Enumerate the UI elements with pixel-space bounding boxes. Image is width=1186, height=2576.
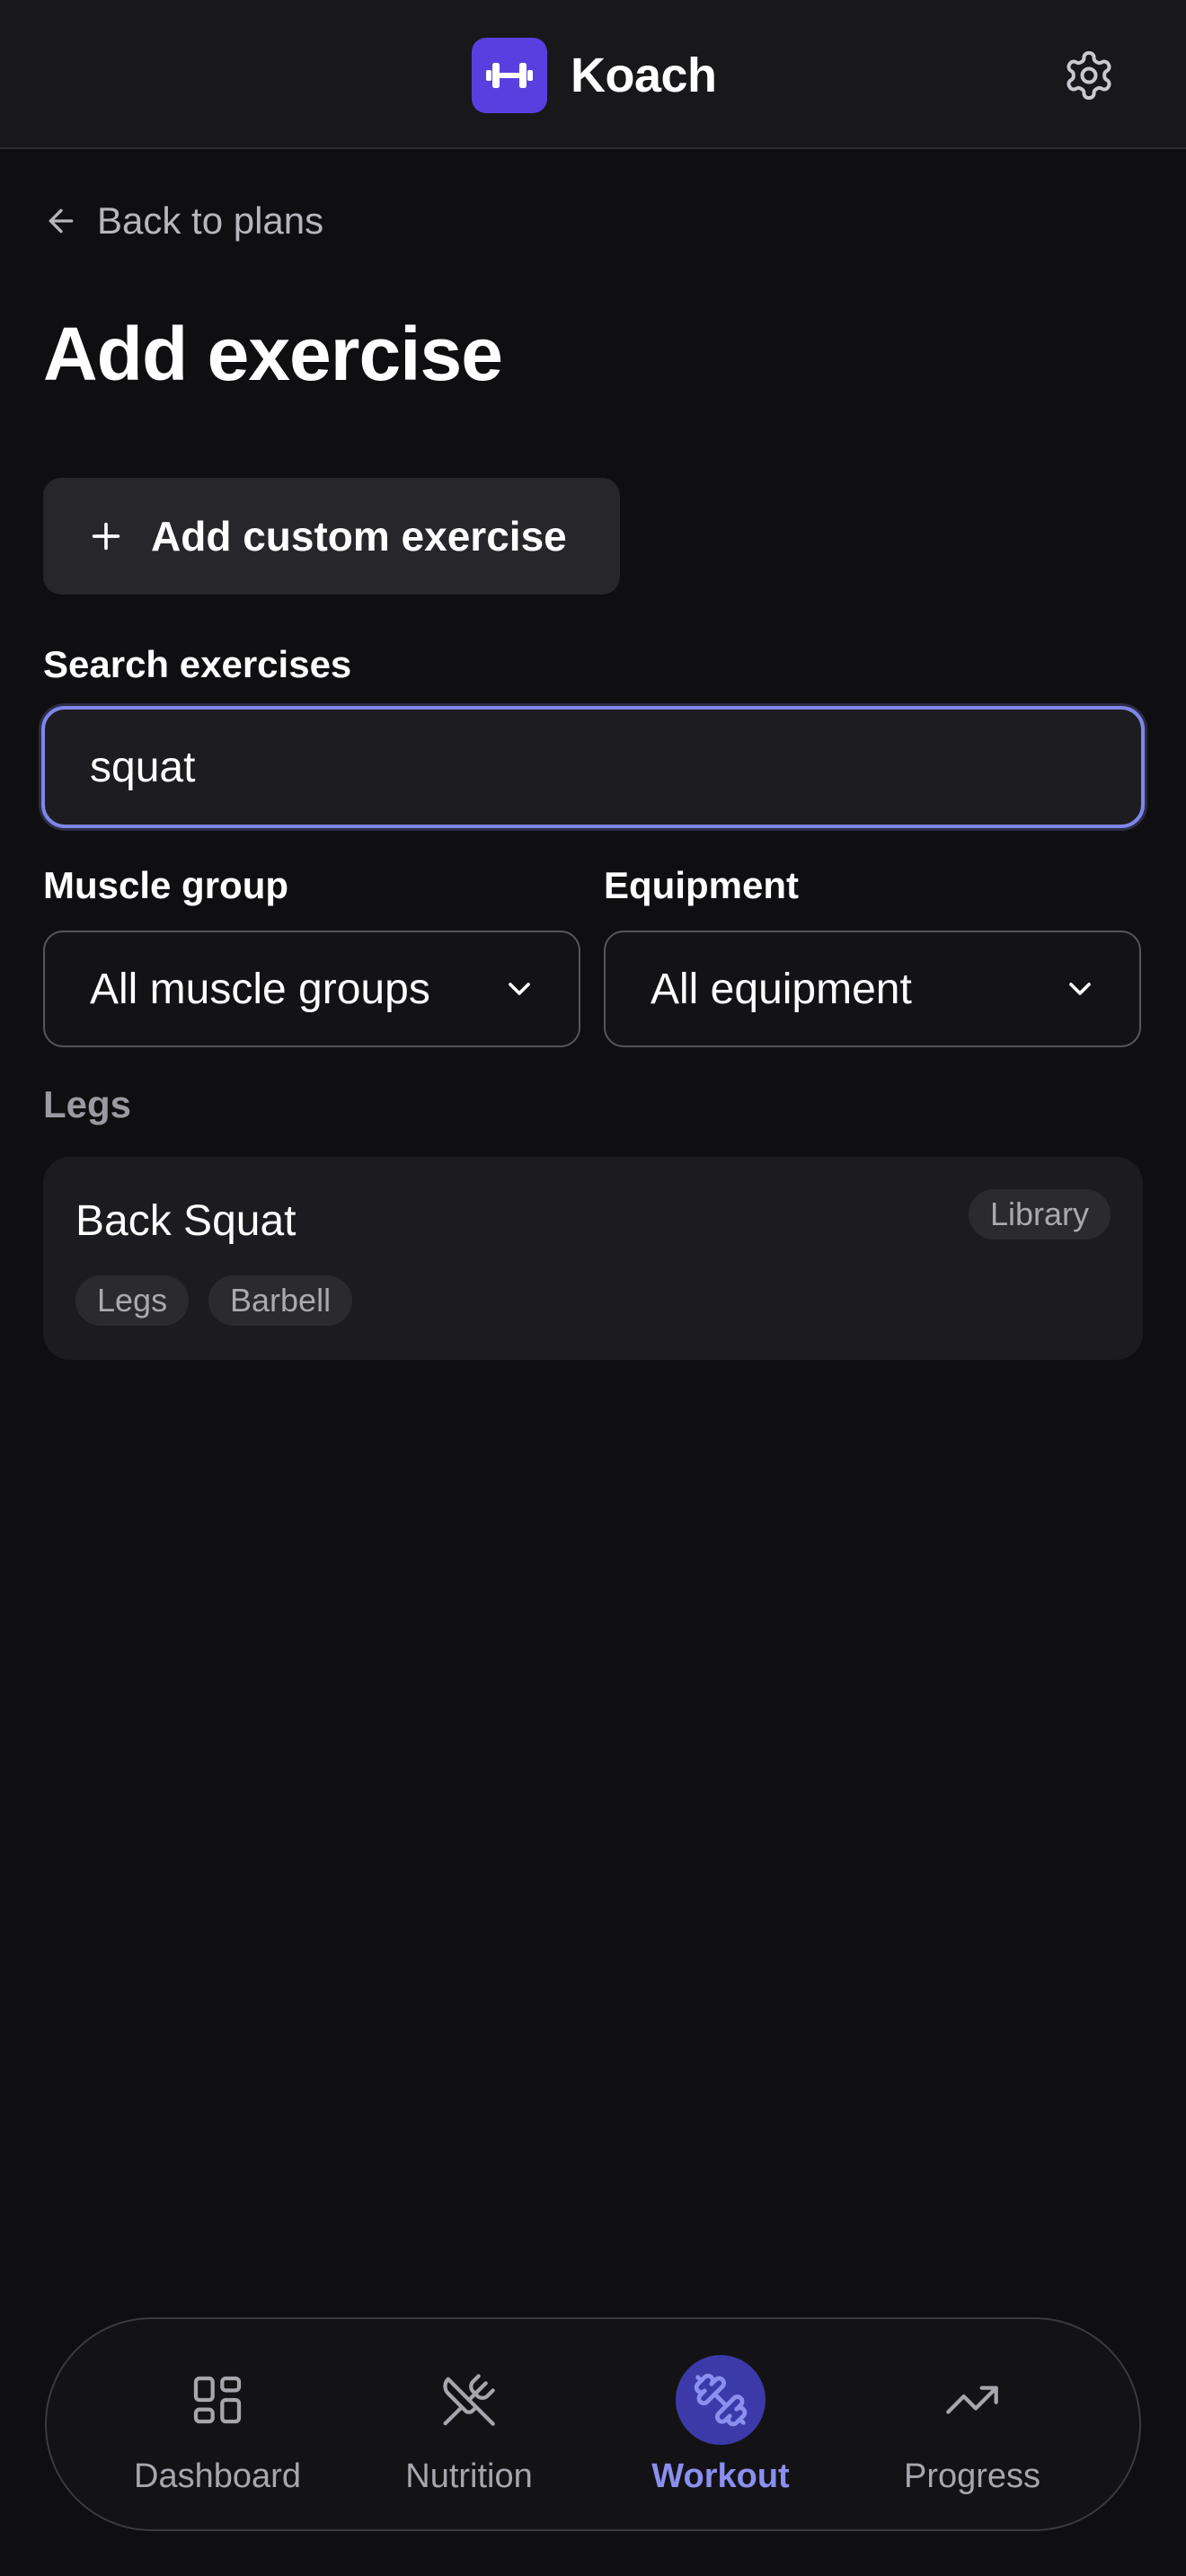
back-to-plans-link[interactable]: Back to plans <box>43 196 323 246</box>
gear-icon <box>1067 51 1111 100</box>
tab-workout[interactable]: Workout <box>613 2319 828 2533</box>
nav-icon-wrap <box>173 2355 262 2445</box>
dashboard-icon <box>193 2376 242 2424</box>
equipment-tag: Barbell <box>208 1275 353 1326</box>
tab-label: Workout <box>651 2457 790 2495</box>
exercise-card[interactable]: Back Squat Library Legs Barbell <box>43 1157 1143 1360</box>
search-input[interactable]: squat <box>41 706 1145 828</box>
search-label: Search exercises <box>43 643 352 685</box>
app-screen: Koach Back to plans Add exercise Add cus… <box>0 0 1186 2576</box>
plus-icon <box>92 522 120 551</box>
muscle-group-select[interactable]: All muscle groups <box>43 931 580 1047</box>
tab-label: Nutrition <box>405 2457 533 2495</box>
app-name: Koach <box>571 49 717 102</box>
tab-dashboard[interactable]: Dashboard <box>110 2319 325 2533</box>
trending-up-icon <box>946 2386 998 2414</box>
search-input-value: squat <box>90 743 196 791</box>
chevron-down-icon <box>509 983 530 995</box>
tab-label: Dashboard <box>134 2457 301 2495</box>
app-header: Koach <box>0 0 1186 149</box>
results-section-title: Legs <box>43 1083 132 1125</box>
nav-icon-wrap <box>424 2355 514 2445</box>
arrow-left-icon <box>49 208 74 234</box>
nav-icon-wrap <box>927 2355 1017 2445</box>
bottom-tab-bar: Dashboard Nutrition Workout Progress <box>45 2317 1141 2531</box>
dumbbell-icon <box>486 63 533 88</box>
add-custom-exercise-label: Add custom exercise <box>151 513 567 560</box>
exercise-name: Back Squat <box>75 1197 296 1245</box>
tab-label: Progress <box>903 2457 1041 2495</box>
page-title: Add exercise <box>43 312 503 396</box>
brand: Koach <box>472 38 717 113</box>
utensils-icon <box>443 2374 495 2426</box>
muscle-group-label: Muscle group <box>43 864 289 906</box>
equipment-select[interactable]: All equipment <box>604 931 1141 1047</box>
muscle-group-selected: All muscle groups <box>90 965 430 1013</box>
dumbbell-icon <box>694 2373 748 2427</box>
tab-progress[interactable]: Progress <box>864 2319 1080 2533</box>
add-custom-exercise-button[interactable]: Add custom exercise <box>43 478 620 595</box>
source-badge: Library <box>968 1189 1111 1239</box>
tab-nutrition[interactable]: Nutrition <box>361 2319 577 2533</box>
app-logo <box>472 38 547 113</box>
chevron-down-icon <box>1069 983 1091 995</box>
back-link-label: Back to plans <box>97 199 324 242</box>
settings-button[interactable] <box>1062 49 1116 102</box>
equipment-selected: All equipment <box>651 965 912 1013</box>
nav-icon-wrap <box>676 2355 766 2445</box>
equipment-label: Equipment <box>604 864 799 906</box>
muscle-tag: Legs <box>75 1275 190 1326</box>
